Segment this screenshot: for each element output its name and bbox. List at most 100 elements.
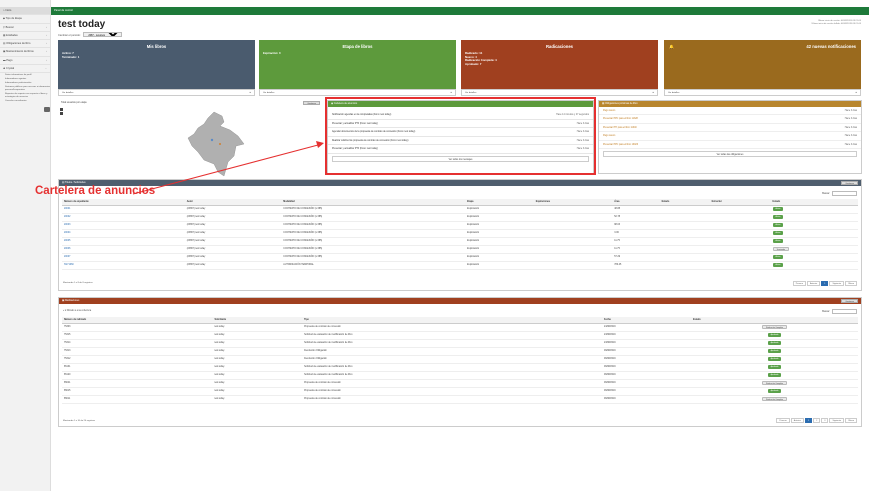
area-cell: 57.29 [612, 253, 660, 262]
obligation-item[interactable]: Pago canon Hace 3 días [599, 132, 861, 141]
view-all-obligations-button[interactable]: Ver todas las obligaciones [603, 150, 857, 157]
date-cell: 23/08/2019 [602, 339, 691, 348]
table-row[interactable]: 65041 test.today Propuesta de contrato de … [62, 379, 858, 388]
table-row[interactable]: 20006 (23867) test today CONTRATO DE CONCE… [62, 245, 858, 254]
sidebar-subitem[interactable]: Sistemas públicos para accesos a informa… [0, 86, 50, 92]
radications-filter[interactable]: « ▾ Filtrado a una cobertura [63, 309, 91, 312]
date-cell: 06/08/2019 [602, 395, 691, 404]
table-row[interactable]: 20003 (23867) test today CONTRATO DE CONCE… [62, 221, 858, 230]
sidebar-subitem[interactable]: Reportes de soporte con respecto a libro… [0, 93, 50, 99]
pagination-button[interactable]: 3 [821, 418, 829, 423]
pagination-button[interactable]: Último [845, 281, 857, 286]
empty-cell [709, 237, 771, 246]
zoom-out-button[interactable] [60, 112, 63, 115]
sidebar-subitem[interactable]: Informadores profesionales [0, 82, 50, 85]
radication-id-cell: 65041 [62, 379, 213, 388]
manage-button[interactable]: Gestionar [841, 299, 858, 303]
table-row[interactable]: 75312 test.today Devolución Obligación 06/0… [62, 355, 858, 364]
card-details-link[interactable]: Ver detalles ➔ [461, 89, 658, 96]
pagination-button[interactable]: 1 [804, 418, 813, 423]
manage-button[interactable]: Gestionar [841, 181, 858, 185]
manage-button[interactable]: Gestionar [303, 101, 320, 105]
empty-cell [659, 245, 710, 254]
table-row[interactable]: 20001 (23867) test today CONTRATO DE CONCE… [62, 205, 858, 214]
search-input[interactable] [832, 191, 857, 196]
status-cell: Activo [770, 253, 858, 262]
expirations-cell [533, 229, 613, 238]
last-failed-login: Último inicio de sesión fallido: 04/09/2… [811, 23, 861, 25]
table-row[interactable]: 20007 (23867) test today CONTRATO DE CONCE… [62, 253, 858, 262]
obligation-item[interactable]: Presentar PTI para el libro 11340 Hace 3 … [599, 124, 861, 133]
status-cell: Aprobado [690, 339, 858, 348]
modality-cell: AUTORIZACIÓN TEMPORAL [281, 261, 466, 270]
table-row[interactable]: SSY1060 (23867) test today AUTORIZACIÓN TE… [62, 261, 858, 270]
expedient-link[interactable]: 20004 [62, 229, 185, 238]
table-row[interactable]: 75303 test.today Propuesta de contrato de … [62, 323, 858, 332]
pagination-button[interactable]: Primero [792, 281, 806, 286]
expedient-link[interactable]: 20003 [62, 221, 185, 230]
card-details-link[interactable]: Ver detalles ➔ [259, 89, 456, 96]
date-cell: 06/08/2019 [602, 363, 691, 372]
sidebar-item-entities[interactable]: ▦ Entidades ‹ [0, 32, 50, 41]
table-row[interactable]: 20002 (23867) test today CONTRATO DE CONCE… [62, 213, 858, 222]
search-input[interactable] [832, 309, 857, 314]
obligation-item[interactable]: Presentar PPC para el libro 11328 Hace 3 … [599, 115, 861, 124]
pagination-button[interactable]: Siguiente [829, 418, 845, 423]
radication-id-cell: 75314 [62, 339, 213, 348]
table-row[interactable]: 75314 test.today Solicitud de evaluación d… [62, 339, 858, 348]
expedient-link[interactable]: 20006 [62, 245, 185, 254]
sidebar-item-stage-type[interactable]: ◆ Tipo de Etapa [0, 15, 50, 24]
table-row[interactable]: 75315 test.today Solicitud de evaluación d… [62, 331, 858, 340]
period-label: Cambiar el periodo: [58, 34, 81, 37]
annotation-callout: Cartelera de anuncios [35, 185, 156, 197]
table-row[interactable]: 65131 test.today Solicitud de evaluación d… [62, 363, 858, 372]
sidebar-item-payment[interactable]: ▬ Pago ‹ [0, 57, 50, 66]
zoom-in-button[interactable] [60, 108, 63, 111]
sidebar-item-search[interactable]: ⚲ Buscar ‹ [0, 24, 50, 32]
colombia-map[interactable] [174, 110, 254, 182]
sidebar-item-home[interactable]: ⌂ Inicio [0, 7, 50, 16]
sidebar-subitem[interactable]: Informadores agentes [0, 78, 50, 81]
table-row[interactable]: 65120 test.today Solicitud de evaluación d… [62, 371, 858, 380]
sidebar-collapse-button[interactable] [44, 107, 50, 113]
card-line: Aprobado: 7 [465, 61, 482, 66]
card-details-link[interactable]: Ver detalles ➔ [664, 89, 861, 96]
sidebar-subitem[interactable]: Cancelar consultantes [0, 100, 50, 103]
applicant-cell: test.today [212, 339, 303, 348]
status-badge: Aprobado [767, 373, 782, 377]
expedient-link[interactable]: SSY1060 [62, 261, 185, 270]
status-badge: Aprobado [767, 333, 782, 337]
status-badge: Radicación Completa [761, 325, 788, 329]
pagination-button[interactable]: Primero [776, 418, 790, 423]
expedient-link[interactable]: 20005 [62, 237, 185, 246]
pagination-button[interactable]: Anterior [807, 281, 821, 286]
author-cell: (23867) test today [184, 245, 282, 254]
sidebar-subitem[interactable]: Datos informativos de perfil [0, 74, 50, 77]
obligation-item[interactable]: Pago canon Hace 3 días [599, 107, 861, 116]
table-row[interactable]: 20005 (23867) test today CONTRATO DE CONCE… [62, 237, 858, 246]
pagination-button[interactable]: Siguiente [829, 281, 845, 286]
radications-pagination: Primero Anterior 1 2 3 Siguiente Último [775, 418, 857, 423]
chevron-down-icon: ⌄ [44, 67, 47, 71]
card-details-link[interactable]: Ver detalles ➔ [58, 89, 255, 96]
expedient-link[interactable]: 20007 [62, 253, 185, 262]
top-bar-title: Panel de control [54, 9, 73, 12]
type-cell: Devolución Obligación [302, 347, 603, 356]
pagination-button[interactable]: 2 [813, 418, 821, 423]
pagination-button[interactable]: Último [845, 418, 857, 423]
table-row[interactable]: 75313 test.today Devolución Obligación 09/0… [62, 347, 858, 356]
sidebar-item-maintenance[interactable]: ▣ Mantenimiento de libros ‹ [0, 48, 50, 57]
table-row[interactable]: 65011 test.today Propuesta de contrato de … [62, 395, 858, 404]
obligation-item[interactable]: Presentar PPC para el libro 13026 Hace 3 … [599, 141, 861, 149]
table-row[interactable]: 20004 (23867) test today CONTRATO DE CONCE… [62, 229, 858, 238]
expedient-link[interactable]: 20001 [62, 205, 185, 214]
pagination-button[interactable]: 1 [821, 281, 829, 286]
table-row[interactable]: 65015 test.today Propuesta de contrato de … [62, 387, 858, 396]
expedient-link[interactable]: 20002 [62, 213, 185, 222]
sidebar-item-crystal[interactable]: ♟ Crystal ⌄ [0, 65, 50, 74]
books-panel: ▤ Títulos / Solicitudes Gestionar Buscar… [58, 179, 862, 291]
pagination-button[interactable]: Anterior [790, 418, 804, 423]
period-select[interactable]: 2087 - recursos [83, 32, 123, 37]
radications-search: Buscar: [822, 309, 857, 314]
sidebar-item-obligations[interactable]: ▤ Obligaciones de libro ‹ [0, 40, 50, 49]
